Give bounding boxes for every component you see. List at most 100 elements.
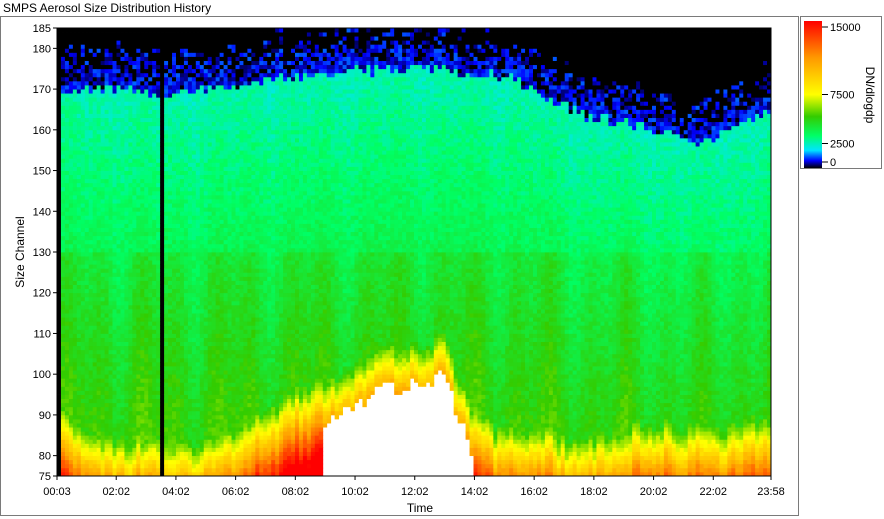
heatmap-cell [105, 346, 109, 350]
heatmap-cell [69, 191, 73, 195]
heatmap-cell [113, 452, 117, 456]
heatmap-cell [192, 195, 196, 199]
heatmap-cell [180, 211, 184, 215]
heatmap-cell [228, 32, 232, 36]
heatmap-cell [101, 456, 105, 460]
heatmap-cell [152, 362, 156, 366]
heatmap-cell [124, 460, 128, 464]
heatmap-cell [97, 85, 101, 89]
heatmap-cell [120, 191, 124, 195]
heatmap-cell [204, 366, 208, 370]
heatmap-cell [97, 65, 101, 69]
heatmap-cell [61, 154, 65, 158]
heatmap-cell [164, 40, 168, 44]
heatmap-cell [140, 468, 144, 472]
heatmap-cell [148, 260, 152, 264]
heatmap-cell [212, 362, 216, 366]
heatmap-cell [160, 146, 164, 150]
heatmap-cell [164, 65, 168, 69]
heatmap-cell [109, 407, 113, 411]
heatmap-cell [61, 358, 65, 362]
heatmap-cell [156, 276, 160, 280]
heatmap-cell [232, 435, 236, 439]
heatmap-cell [124, 65, 128, 69]
heatmap-cell [93, 207, 97, 211]
heatmap-cell [192, 179, 196, 183]
heatmap-cell [124, 61, 128, 65]
heatmap-cell [69, 207, 73, 211]
heatmap-cell [208, 443, 212, 447]
heatmap-cell [216, 419, 220, 423]
heatmap-cell [224, 215, 228, 219]
heatmap-cell [73, 301, 77, 305]
heatmap-cell [120, 346, 124, 350]
heatmap-cell [97, 166, 101, 170]
heatmap-cell [208, 130, 212, 134]
heatmap-cell [228, 260, 232, 264]
heatmap-cell [73, 207, 77, 211]
heatmap-cell [73, 85, 77, 89]
heatmap-cell [93, 162, 97, 166]
heatmap-cell [65, 73, 69, 77]
heatmap-cell [117, 329, 121, 333]
heatmap-cell [132, 342, 136, 346]
heatmap-cell [176, 187, 180, 191]
heatmap-cell [109, 378, 113, 382]
heatmap-cell [93, 97, 97, 101]
heatmap-cell [93, 179, 97, 183]
heatmap-cell [57, 52, 61, 56]
heatmap-cell [109, 354, 113, 358]
heatmap-cell [188, 464, 192, 468]
heatmap-cell [128, 65, 132, 69]
heatmap-cell [132, 232, 136, 236]
heatmap-cell [176, 228, 180, 232]
heatmap-cell [216, 325, 220, 329]
heatmap-cell [168, 452, 172, 456]
heatmap-cell [101, 142, 105, 146]
heatmap-cell [101, 73, 105, 77]
heatmap-cell [176, 456, 180, 460]
heatmap-cell [176, 427, 180, 431]
heatmap-cell [61, 61, 65, 65]
heatmap-cell [132, 468, 136, 472]
heatmap-cell [184, 329, 188, 333]
heatmap-cell [160, 281, 164, 285]
heatmap-cell [65, 142, 69, 146]
heatmap-cell [156, 289, 160, 293]
heatmap-cell [224, 443, 228, 447]
heatmap-cell [196, 236, 200, 240]
heatmap-cell [192, 44, 196, 48]
heatmap-cell [136, 126, 140, 130]
heatmap-cell [128, 36, 132, 40]
heatmap-cell [136, 244, 140, 248]
heatmap-cell [57, 289, 61, 293]
heatmap-cell [124, 423, 128, 427]
heatmap-cell [97, 378, 101, 382]
heatmap-cell [69, 150, 73, 154]
heatmap-cell [101, 97, 105, 101]
heatmap-cell [192, 366, 196, 370]
heatmap-cell [85, 65, 89, 69]
heatmap-cell [57, 423, 61, 427]
heatmap-cell [109, 419, 113, 423]
heatmap-cell [196, 285, 200, 289]
heatmap-cell [65, 81, 69, 85]
heatmap-cell [176, 85, 180, 89]
heatmap-cell [109, 370, 113, 374]
heatmap-cell [93, 158, 97, 162]
heatmap-cell [152, 276, 156, 280]
heatmap-cell [232, 443, 236, 447]
heatmap-cell [97, 203, 101, 207]
heatmap-cell [120, 431, 124, 435]
heatmap-cell [148, 390, 152, 394]
heatmap-cell [124, 301, 128, 305]
heatmap-cell [148, 415, 152, 419]
heatmap-cell [232, 158, 236, 162]
heatmap-cell [85, 297, 89, 301]
heatmap-cell [109, 187, 113, 191]
heatmap-cell [113, 69, 117, 73]
heatmap-cell [132, 158, 136, 162]
heatmap-cell [61, 395, 65, 399]
heatmap-cell [180, 439, 184, 443]
heatmap-cell [101, 293, 105, 297]
